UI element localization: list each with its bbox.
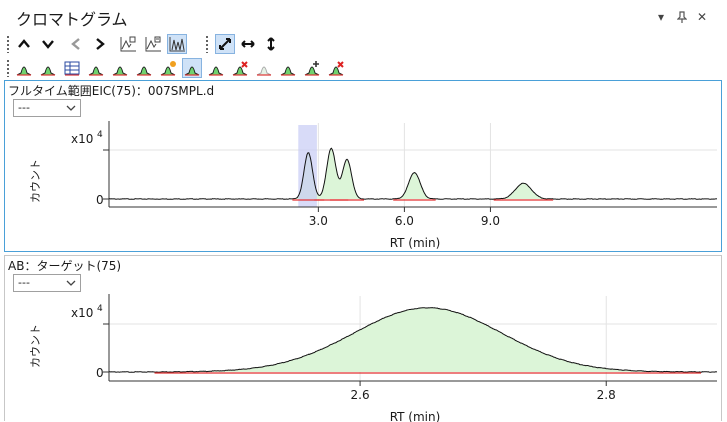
chevron-right-icon[interactable] [90,34,110,54]
chromatogram-panel-full[interactable]: フルタイム範囲EIC(75)：007SMPL.d --- x10 4 0 カウン… [4,80,722,252]
toolbar-grip-icon[interactable] [6,35,10,53]
overlay-down-icon[interactable] [143,34,163,54]
x-tick-label: 2.8 [597,388,616,402]
y-zero-label: 0 [96,366,104,380]
peak-remove-icon[interactable] [230,58,250,78]
x-tick-label: 2.6 [351,388,370,402]
integrate-icon[interactable] [14,58,34,78]
title-bar: クロマトグラム ▾ ✕ [0,0,727,32]
table-icon[interactable] [62,58,82,78]
peak-info-icon[interactable] [158,58,178,78]
y-axis-label: カウント [29,159,42,203]
peak-fill[interactable] [332,149,362,199]
window-title: クロマトグラム [16,10,128,29]
pin-icon[interactable] [675,10,689,24]
peak-label-icon[interactable] [86,58,106,78]
chromatogram-panel-target[interactable]: AB：ターゲット(75) --- x10 4 0 カウント RT (min) 2… [4,255,722,422]
peak-fill[interactable] [396,172,433,199]
close-icon[interactable]: ✕ [695,10,709,24]
y-zero-label: 0 [96,193,104,207]
peak-active-icon[interactable] [182,58,202,78]
peak-delete-icon[interactable] [326,58,346,78]
exponent-base: x10 [71,306,93,320]
chromatogram-chart-full[interactable]: x10 4 0 カウント RT (min) 3.0 6.0 9.0 [5,81,721,251]
x-tick-label: 3.0 [309,214,328,228]
peak-split-icon[interactable] [278,58,298,78]
exponent: 4 [97,304,103,314]
autoscale-x-icon[interactable] [238,34,258,54]
autoscale-y-icon[interactable] [261,34,281,54]
peak-disabled-icon[interactable] [254,58,274,78]
chevron-down-icon[interactable] [38,34,58,54]
x-tick-label: 6.0 [395,214,414,228]
peak-fill[interactable] [497,183,550,199]
y-axis-label: カウント [29,324,42,368]
overlay-all-icon[interactable] [167,34,187,54]
exponent-base: x10 [71,132,93,146]
selection-range[interactable] [298,125,317,207]
chromatogram-chart-target[interactable]: x10 4 0 カウント RT (min) 2.6 2.8 [5,256,721,422]
dropdown-menu-icon[interactable]: ▾ [654,10,668,24]
toolbar-integration [0,56,727,80]
peak-search-icon[interactable] [206,58,226,78]
chevron-up-icon[interactable] [14,34,34,54]
integrate-all-icon[interactable] [38,58,58,78]
exponent: 4 [97,130,103,140]
toolbar-navigation [0,32,727,56]
chevron-left-icon[interactable] [66,34,86,54]
autoscale-icon[interactable] [215,34,235,54]
overlay-up-icon[interactable] [118,34,138,54]
x-axis-label: RT (min) [390,410,441,422]
peak-edit-icon[interactable] [134,58,154,78]
peak-add-icon[interactable] [302,58,322,78]
toolbar-grip-icon[interactable] [205,35,209,53]
x-tick-label: 9.0 [481,214,500,228]
peak-grid-icon[interactable] [110,58,130,78]
peak-fill[interactable] [191,307,665,372]
toolbar-grip-icon[interactable] [6,59,10,77]
x-axis-label: RT (min) [390,236,441,250]
